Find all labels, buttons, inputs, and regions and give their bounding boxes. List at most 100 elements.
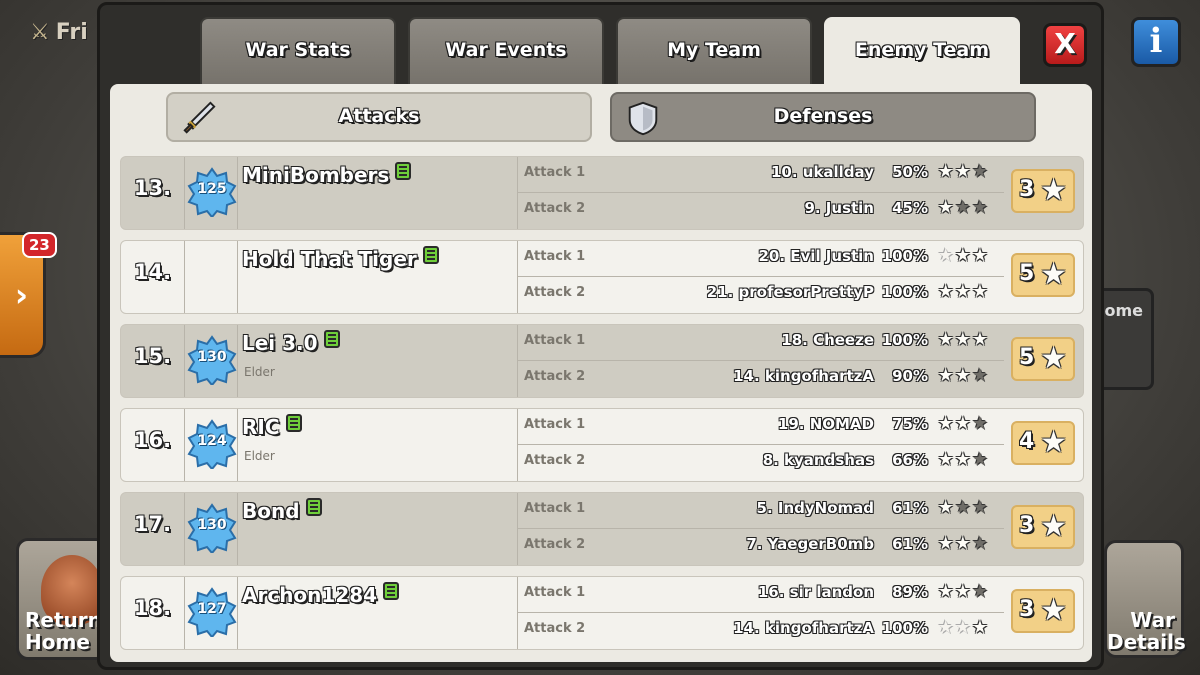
star-icon: ★ — [954, 329, 971, 350]
notification-badge: 23 — [22, 232, 57, 258]
close-icon: X — [1054, 27, 1076, 60]
info-button[interactable]: i — [1131, 17, 1181, 67]
attack-label: Attack 1 — [524, 417, 586, 432]
army-list-icon[interactable] — [305, 498, 322, 516]
attack-stars: ★ ★ ★ — [938, 245, 988, 267]
attacks-toggle[interactable]: Attacks — [166, 92, 592, 142]
attack-entry[interactable]: Attack 1 20. Evil Justin 100% ★ ★ ★ — [518, 241, 1004, 277]
attack-label: Attack 2 — [524, 453, 586, 468]
attack-target: 19. NOMAD — [777, 415, 874, 433]
member-name: RIC — [242, 414, 302, 439]
shield-icon — [628, 101, 658, 136]
member-name: Archon1284 — [242, 582, 400, 607]
attack-percent: 90% — [892, 367, 928, 385]
member-row[interactable]: 15. 130 Lei 3.0 Elder Attack 1 18. Cheeze 100%… — [120, 324, 1084, 398]
member-name: MiniBombers — [242, 162, 412, 187]
star-icon: ★ — [937, 197, 954, 218]
attack-label: Attack 1 — [524, 501, 586, 516]
star-icon: ★ — [937, 449, 954, 470]
attack-target: 18. Cheeze — [781, 331, 874, 349]
member-name: Hold That Tiger — [242, 246, 439, 271]
tab-enemy-team[interactable]: Enemy Team — [824, 17, 1020, 89]
attack-entry[interactable]: Attack 2 14. kingofhartzA 100% ★ ★ ★ — [518, 613, 1004, 649]
attack-label: Attack 1 — [524, 249, 586, 264]
member-row[interactable]: 16. 124 RIC Elder Attack 1 19. NOMAD 75% ★ ★ ★ Att… — [120, 408, 1084, 482]
level-number: 125 — [197, 181, 227, 197]
tab-war-events[interactable]: War Events — [408, 17, 604, 85]
attack-percent: 100% — [881, 619, 928, 637]
town-hall-level-badge: 125 — [187, 167, 237, 219]
return-home-button[interactable]: Return Home — [16, 538, 108, 660]
attack-entry[interactable]: Attack 2 9. Justin 45% ★ ★ ★ — [518, 193, 1004, 229]
member-row[interactable]: 18. 127 Archon1284 Attack 1 16. sir landon 89… — [120, 576, 1084, 650]
member-name-cell: Lei 3.0 Elder — [237, 325, 517, 397]
star-icon: ★ — [1040, 257, 1067, 292]
star-icon: ★ — [937, 413, 954, 434]
attack-percent: 89% — [892, 583, 928, 601]
star-icon: ★ — [954, 245, 971, 266]
enemy-team-panel: Attacks Defenses 13. 125 MiniBombers Attack… — [110, 84, 1092, 662]
town-hall-level-badge: 127 — [187, 587, 237, 639]
tab-war-stats[interactable]: War Stats — [200, 17, 396, 85]
attack-entry[interactable]: Attack 2 8. kyandshas 66% ★ ★ ★ — [518, 445, 1004, 481]
level-number: 127 — [197, 601, 227, 617]
level-number: 130 — [197, 517, 227, 533]
member-name-cell: RIC Elder — [237, 409, 517, 481]
army-list-icon[interactable] — [395, 162, 412, 180]
tab-label: War Stats — [245, 39, 351, 61]
member-row[interactable]: 17. 130 Bond Attack 1 5. IndyNomad 61% ★ ★ ★ Atta… — [120, 492, 1084, 566]
army-list-icon[interactable] — [323, 330, 340, 348]
attack-entry[interactable]: Attack 2 21. profesorPrettyP 100% ★ ★ ★ — [518, 277, 1004, 313]
tab-label: War Events — [445, 39, 567, 61]
attack-label: Attack 2 — [524, 201, 586, 216]
war-log-window: War Stats War Events My Team Enemy Team … — [97, 2, 1104, 670]
star-icon: ★ — [954, 365, 971, 386]
total-stars-badge: 5 ★ — [1011, 337, 1075, 381]
level-number: 130 — [197, 349, 227, 365]
attack-entry[interactable]: Attack 2 7. YaegerB0mb 61% ★ ★ ★ — [518, 529, 1004, 565]
star-icon: ★ — [971, 413, 988, 434]
army-list-icon[interactable] — [422, 246, 439, 264]
member-row[interactable]: 14. Hold That Tiger Attack 1 20. Evil Justi… — [120, 240, 1084, 314]
attack-stars: ★ ★ ★ — [938, 533, 988, 555]
member-rank: 16. — [121, 409, 185, 481]
war-details-button[interactable]: War Details — [1104, 540, 1186, 658]
attack-entry[interactable]: Attack 1 16. sir landon 89% ★ ★ ★ — [518, 577, 1004, 613]
star-icon: ★ — [937, 533, 954, 554]
member-rank: 13. — [121, 157, 185, 229]
army-list-icon[interactable] — [383, 582, 400, 600]
attack-label: Attack 2 — [524, 369, 586, 384]
member-row[interactable]: 13. 125 MiniBombers Attack 1 10. ukallday 50%… — [120, 156, 1084, 230]
attack-label: Attack 1 — [524, 333, 586, 348]
defenses-toggle[interactable]: Defenses — [610, 92, 1036, 142]
total-stars-count: 3 — [1019, 513, 1035, 538]
attack-entry[interactable]: Attack 1 18. Cheeze 100% ★ ★ ★ — [518, 325, 1004, 361]
attack-percent: 45% — [892, 199, 928, 217]
attack-percent: 61% — [892, 499, 928, 517]
star-icon: ★ — [937, 281, 954, 302]
return-home-label: Return Home — [25, 608, 102, 654]
army-list-icon[interactable] — [285, 414, 302, 432]
tab-label: My Team — [667, 39, 761, 61]
star-icon: ★ — [971, 281, 988, 302]
total-stars-badge: 3 ★ — [1011, 589, 1075, 633]
tab-my-team[interactable]: My Team — [616, 17, 812, 85]
tab-label: Enemy Team — [854, 39, 990, 61]
star-icon: ★ — [1040, 425, 1067, 460]
member-name-text: Hold That Tiger — [242, 247, 417, 271]
star-icon: ★ — [954, 617, 971, 638]
star-icon: ★ — [971, 581, 988, 602]
star-icon: ★ — [971, 245, 988, 266]
attack-target: 8. kyandshas — [762, 451, 874, 469]
attack-entry[interactable]: Attack 1 5. IndyNomad 61% ★ ★ ★ — [518, 493, 1004, 529]
attack-entry[interactable]: Attack 2 14. kingofhartzA 90% ★ ★ ★ — [518, 361, 1004, 397]
attack-entry[interactable]: Attack 1 10. ukallday 50% ★ ★ ★ — [518, 157, 1004, 193]
star-icon: ★ — [954, 497, 971, 518]
attack-entry[interactable]: Attack 1 19. NOMAD 75% ★ ★ ★ — [518, 409, 1004, 445]
attack-label: Attack 1 — [524, 585, 586, 600]
attack-stars: ★ ★ ★ — [938, 449, 988, 471]
attack-stars: ★ ★ ★ — [938, 197, 988, 219]
star-icon: ★ — [971, 617, 988, 638]
total-stars-badge: 3 ★ — [1011, 169, 1075, 213]
close-button[interactable]: X — [1043, 23, 1087, 67]
